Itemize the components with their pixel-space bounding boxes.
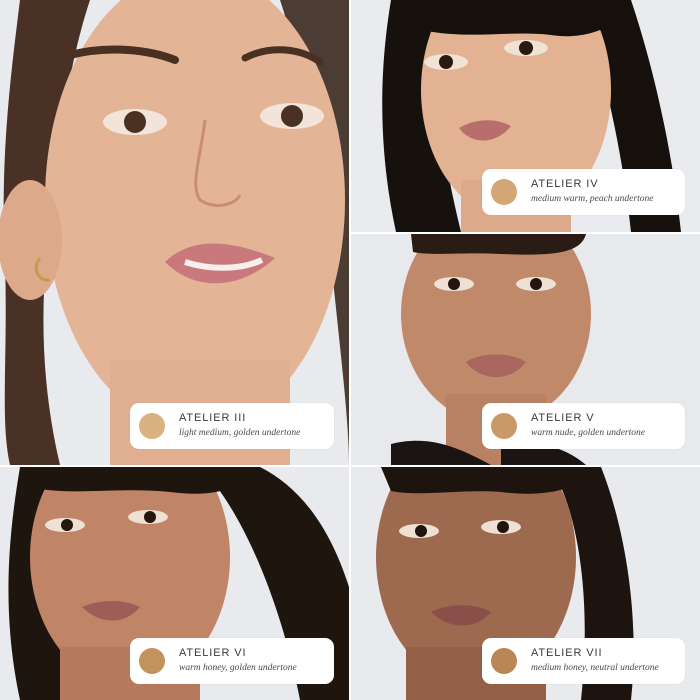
shade-label-card: ATELIER IV medium warm, peach undertone <box>482 169 685 215</box>
shade-label-card: ATELIER VII medium honey, neutral undert… <box>482 638 685 684</box>
shade-swatch-icon <box>139 648 165 674</box>
shade-description: warm honey, golden undertone <box>179 663 297 674</box>
shade-label-card: ATELIER V warm nude, golden undertone <box>482 403 685 449</box>
model-tile-atelier-iii: ATELIER III light medium, golden underto… <box>0 0 349 465</box>
model-tile-atelier-vi: ATELIER VI warm honey, golden undertone <box>0 467 349 700</box>
shade-name: ATELIER VII <box>531 647 603 660</box>
shade-swatch-icon <box>491 179 517 205</box>
shade-description: medium honey, neutral undertone <box>531 663 659 674</box>
shade-name: ATELIER V <box>531 412 595 425</box>
shade-swatch-icon <box>491 648 517 674</box>
model-photo <box>0 0 349 465</box>
shade-swatch-icon <box>139 413 165 439</box>
shade-description: warm nude, golden undertone <box>531 428 645 439</box>
shade-label-card: ATELIER VI warm honey, golden undertone <box>130 638 334 684</box>
shade-name: ATELIER III <box>179 412 247 425</box>
shade-name: ATELIER VI <box>179 647 247 660</box>
model-tile-atelier-vii: ATELIER VII medium honey, neutral undert… <box>351 467 700 700</box>
shade-description: light medium, golden undertone <box>179 428 301 439</box>
shade-name: ATELIER IV <box>531 178 599 191</box>
model-tile-atelier-v: ATELIER V warm nude, golden undertone <box>351 234 700 465</box>
shade-description: medium warm, peach undertone <box>531 194 654 205</box>
shade-grid: ATELIER III light medium, golden underto… <box>0 0 700 700</box>
shade-label-card: ATELIER III light medium, golden underto… <box>130 403 334 449</box>
shade-swatch-icon <box>491 413 517 439</box>
model-tile-atelier-iv: ATELIER IV medium warm, peach undertone <box>351 0 700 232</box>
